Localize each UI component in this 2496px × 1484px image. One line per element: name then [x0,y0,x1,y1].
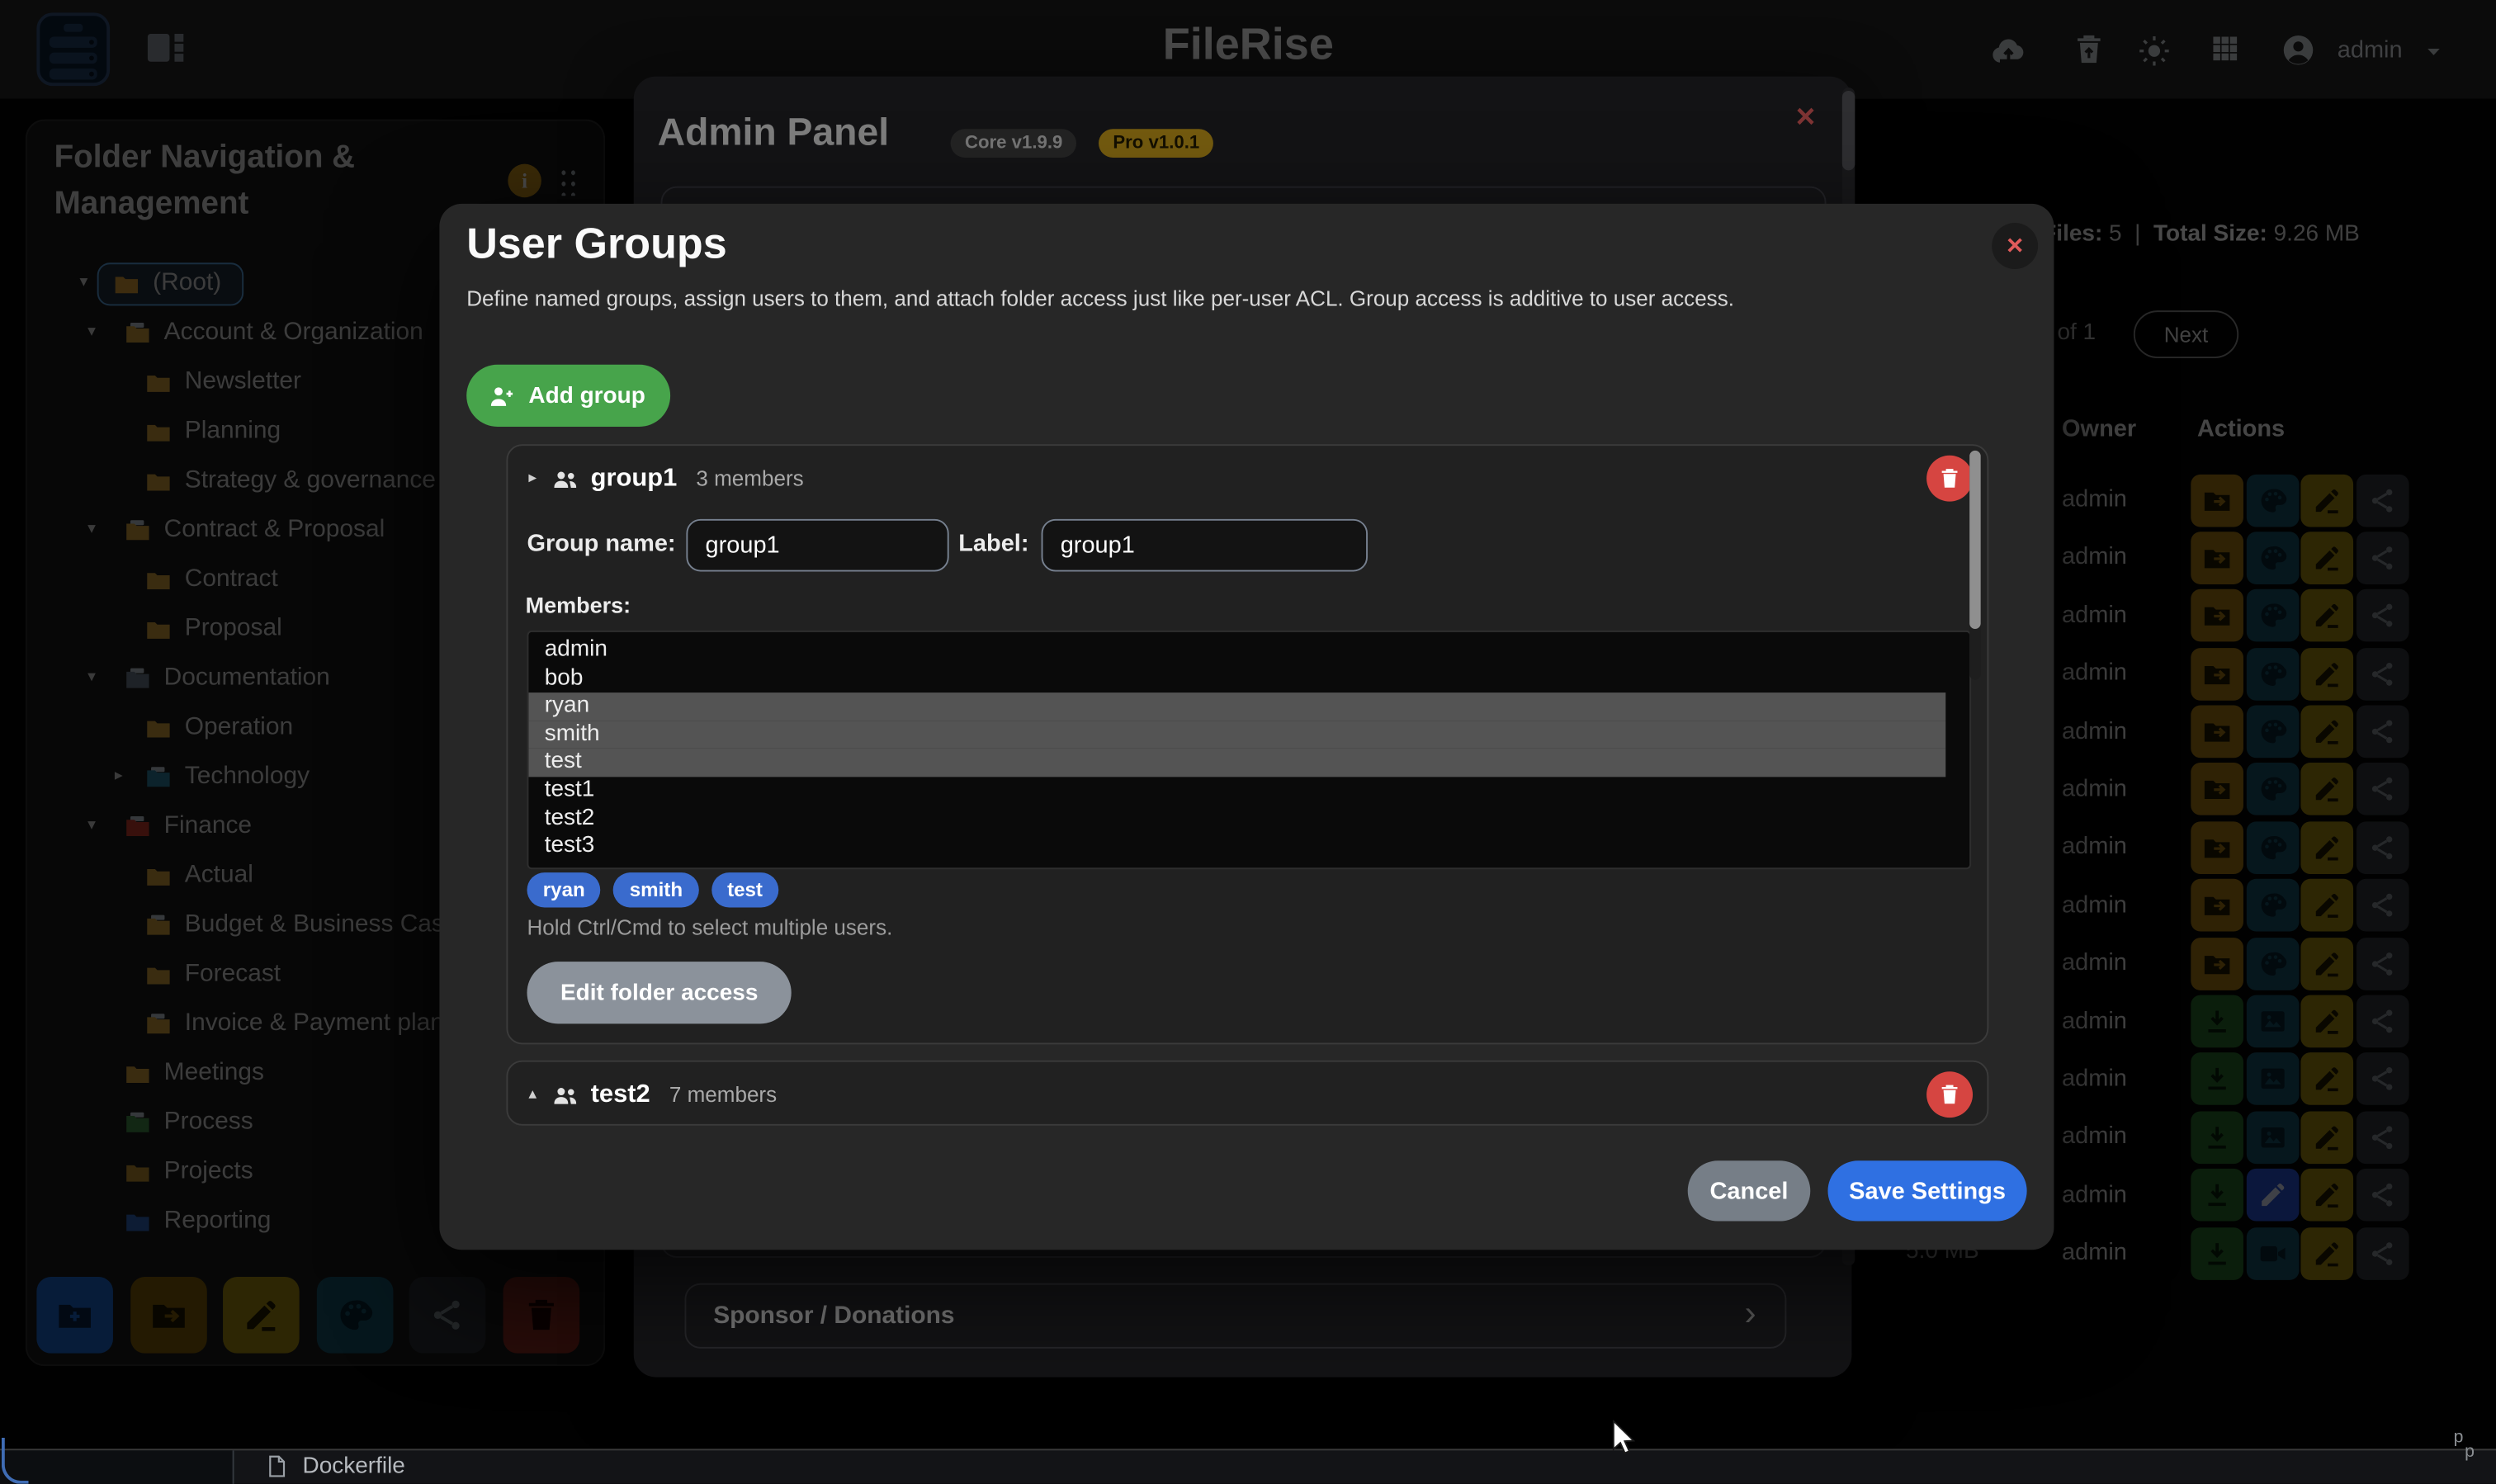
file-icon [264,1453,288,1482]
trash-icon [1938,1083,1962,1107]
member-chip-smith[interactable]: smith [613,872,698,907]
text-fragment: p [2465,1443,2475,1462]
mouse-cursor [1611,1420,1637,1455]
selected-member-chips: ryan smith test [527,872,778,907]
members-scrollbar-thumb[interactable] [1969,451,1981,629]
delete-group-button[interactable] [1926,456,1973,502]
edit-folder-access-button[interactable]: Edit folder access [527,962,791,1023]
file-name-label[interactable]: Dockerfile [303,1453,405,1479]
filerise-app: FileRise admin Folder Navigation & Manag… [0,0,2496,1484]
member-chip-ryan[interactable]: ryan [527,872,601,907]
group-name: test2 [591,1080,650,1109]
label-label: Label: [958,530,1028,557]
members-label: Members: [526,593,631,618]
multiselect-hint: Hold Ctrl/Cmd to select multiple users. [527,915,892,939]
group-name-label: Group name: [527,530,675,557]
member-chip-test[interactable]: test [711,872,778,907]
group-card-group1: ▸ group1 3 members Group name: Label: Me… [506,444,1988,1044]
sidebar-blue-corner [2,1438,29,1484]
group-header[interactable]: ▸ group1 3 members [508,446,1987,511]
bottom-strip-left-panel [0,1450,234,1484]
group-name: group1 [591,464,678,493]
bottom-file-strip: Dockerfile p p [0,1449,2496,1483]
add-group-button[interactable]: Add group [466,365,670,427]
member-option-test3[interactable]: test3 [528,833,1945,861]
save-settings-button[interactable]: Save Settings [1827,1160,2026,1221]
delete-group-button[interactable] [1926,1071,1973,1118]
trash-icon [1938,466,1962,490]
members-listbox[interactable]: adminbobryansmithtesttest1test2test3 [527,631,1971,869]
member-option-bob[interactable]: bob [528,665,1945,693]
text-fragment: p [2454,1428,2464,1447]
member-option-test[interactable]: test [528,749,1945,777]
person-plus-icon [487,381,516,410]
modal-title: User Groups [466,220,726,269]
member-option-test1[interactable]: test1 [528,777,1945,805]
group-form-row: Group name: Label: [527,519,1959,572]
modal-close-button[interactable]: × [1992,223,2038,269]
group-people-icon [551,464,590,493]
group-header[interactable]: ▴ test2 7 members [508,1062,1987,1127]
group-people-icon [551,1080,590,1109]
cancel-button[interactable]: Cancel [1688,1160,1811,1221]
member-option-test2[interactable]: test2 [528,805,1945,833]
user-groups-modal: × User Groups Define named groups, assig… [439,204,2054,1250]
group-name-input[interactable] [686,519,948,572]
member-option-ryan[interactable]: ryan [528,692,1945,721]
group-member-count: 7 members [669,1083,777,1107]
modal-description: Define named groups, assign users to the… [466,286,1734,310]
group-card-test2: ▴ test2 7 members [506,1061,1988,1126]
member-option-admin[interactable]: admin [528,637,1945,665]
group-label-input[interactable] [1042,519,1368,572]
caret-right-icon[interactable]: ▸ [528,470,551,487]
member-option-smith[interactable]: smith [528,721,1945,749]
group-member-count: 3 members [696,466,803,490]
caret-up-icon[interactable]: ▴ [528,1086,551,1104]
